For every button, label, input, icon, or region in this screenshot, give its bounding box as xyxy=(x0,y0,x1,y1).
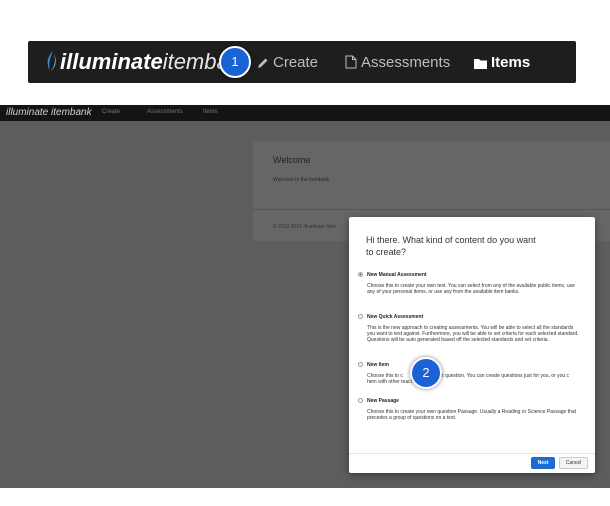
radio-new-passage[interactable] xyxy=(358,398,363,403)
divider xyxy=(253,209,610,210)
step-badge-2: 2 xyxy=(410,357,442,389)
app-screenshot: illuminate itembank Create Assessments I… xyxy=(0,105,610,488)
brand-logo[interactable]: illuminateitemba xyxy=(60,49,229,75)
option-label-passage[interactable]: New Passage xyxy=(367,398,399,404)
nav-assessments[interactable]: Assessments xyxy=(345,54,450,71)
nav-items[interactable]: Items xyxy=(474,54,530,71)
modal-footer-divider xyxy=(349,453,595,454)
radio-new-item[interactable] xyxy=(358,362,363,367)
radio-quick-assessment[interactable] xyxy=(358,314,363,319)
copyright-footer: © 2012-2015 Illuminate Item xyxy=(273,224,336,230)
option-desc-quick: This is the new approach to creating ass… xyxy=(367,325,579,343)
option-label-item[interactable]: New Item xyxy=(367,362,389,368)
option-desc-item: Choose this to c own test question. You … xyxy=(367,373,589,385)
create-content-modal: Hi there. What kind of content do you wa… xyxy=(349,217,595,473)
option-label-manual[interactable]: New Manual Assessment xyxy=(367,272,427,278)
option-desc-manual: Choose this to create your own test. You… xyxy=(367,283,575,295)
radio-manual-assessment[interactable] xyxy=(358,272,363,277)
brand-bold: illuminate xyxy=(60,49,163,74)
welcome-subtitle: Welcome to the Itembank xyxy=(273,177,330,183)
folder-icon xyxy=(474,59,487,69)
app-brand[interactable]: illuminate itembank xyxy=(6,107,92,118)
modal-heading: Hi there. What kind of content do you wa… xyxy=(366,235,536,257)
nav-assessments-label: Assessments xyxy=(361,54,451,71)
app-navbar: illuminate itembank Create Assessments I… xyxy=(0,105,610,121)
zoomed-navbar: illuminateitemba 1 Create Assessments It… xyxy=(28,41,576,83)
option-desc-passage: Choose this to create your own question … xyxy=(367,409,577,421)
next-button[interactable]: Next xyxy=(531,457,555,469)
document-icon xyxy=(345,55,357,69)
app-nav-assessments[interactable]: Assessments xyxy=(147,109,183,115)
illuminate-logo-icon xyxy=(47,51,56,71)
option-label-quick[interactable]: New Quick Assessment xyxy=(367,314,423,320)
cancel-button[interactable]: Cancel xyxy=(559,457,588,469)
pencil-icon xyxy=(258,58,268,68)
welcome-title: Welcome xyxy=(273,155,311,165)
step-badge-1: 1 xyxy=(219,46,251,78)
nav-create[interactable]: Create xyxy=(257,54,318,71)
app-nav-create[interactable]: Create xyxy=(102,109,120,115)
nav-create-label: Create xyxy=(273,54,319,71)
nav-items-label: Items xyxy=(491,54,531,71)
app-nav-items[interactable]: Items xyxy=(203,109,218,115)
